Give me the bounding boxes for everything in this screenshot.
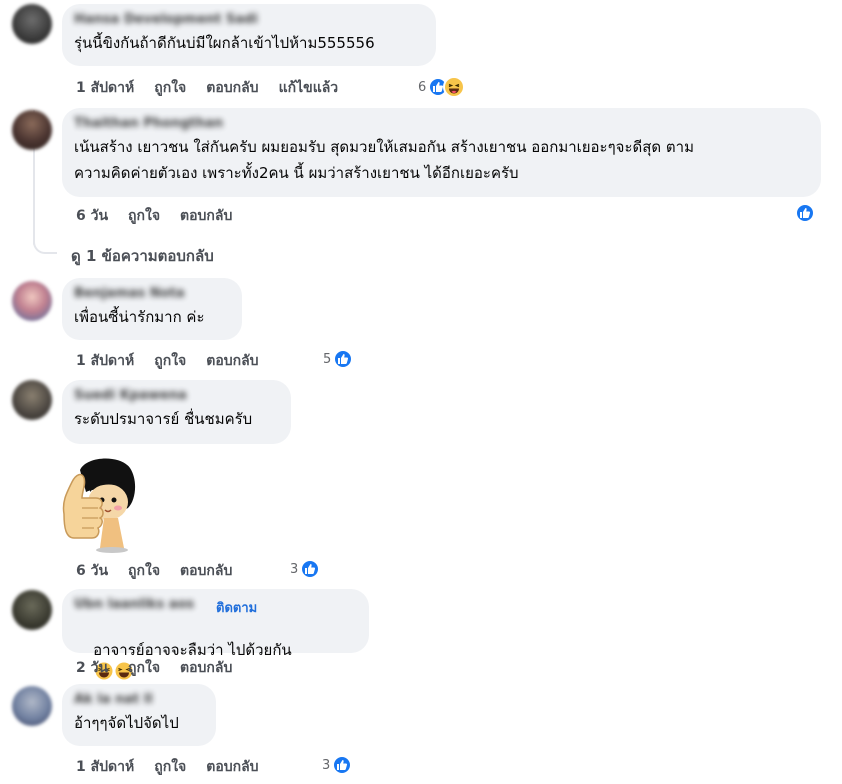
like-button[interactable]: ถูกใจ	[154, 77, 186, 99]
like-button[interactable]: ถูกใจ	[128, 657, 160, 679]
thumbs-up-girl-sticker[interactable]	[58, 452, 138, 554]
like-button[interactable]: ถูกใจ	[128, 205, 160, 227]
comment-time-link[interactable]: 1 สัปดาห์	[76, 350, 134, 372]
reaction-count: 3	[322, 757, 331, 773]
like-button[interactable]: ถูกใจ	[154, 350, 186, 372]
avatar[interactable]	[12, 380, 52, 420]
reply-button[interactable]: ตอบกลับ	[206, 756, 258, 778]
avatar[interactable]	[12, 686, 52, 726]
comment-text: ระดับปรมาจารย์ ชื่นชมครับ	[74, 410, 253, 428]
comment-text: อ้าๆๆจัดไปจัดไป	[74, 714, 179, 732]
comment-bubble: Thaithan Phongthan เน้นสร้าง เยาวชน ใส่ก…	[62, 108, 821, 197]
reaction-summary[interactable]: 3	[290, 559, 321, 579]
reply-button[interactable]: ตอบกลับ	[180, 657, 232, 679]
haha-icon	[443, 76, 466, 98]
reaction-count: 6	[418, 79, 427, 95]
reaction-summary[interactable]: 3	[322, 755, 353, 775]
comment-bubble: Ak la nat ll อ้าๆๆจัดไปจัดไป	[62, 684, 216, 746]
comment-bubble: Ubn laanliks aos อาจารย์อาจจะลืมว่า ไปด้…	[62, 589, 369, 680]
avatar[interactable]	[12, 281, 52, 321]
comment-author[interactable]: Suedi Kpawena	[74, 388, 279, 404]
like-button[interactable]: ถูกใจ	[154, 756, 186, 778]
reaction-count: 3	[290, 561, 299, 577]
reply-thread-curve	[33, 232, 57, 254]
edited-label[interactable]: แก้ไขแล้ว	[279, 77, 339, 99]
avatar[interactable]	[12, 590, 52, 630]
comment-text: รุ่นนี้ขิงกันถ้าดีกันบ่มีใผกล้าเข้าไปห้า…	[74, 34, 375, 52]
reply-button[interactable]: ตอบกลับ	[180, 560, 232, 582]
like-button[interactable]: ถูกใจ	[128, 560, 160, 582]
follow-link[interactable]: ติดตาม	[216, 601, 257, 617]
comment-actions: 1 สัปดาห์ ถูกใจ ตอบกลับ	[76, 351, 279, 371]
comment-time-link[interactable]: 2 วัน	[76, 657, 108, 679]
avatar[interactable]	[12, 4, 52, 44]
view-replies-link[interactable]: ดู 1 ข้อความตอบกลับ	[71, 244, 214, 268]
comment-bubble: Suedi Kpawena ระดับปรมาจารย์ ชื่นชมครับ	[62, 380, 291, 444]
comment-time-link[interactable]: 6 วัน	[76, 205, 108, 227]
comment-time-link[interactable]: 1 สัปดาห์	[76, 756, 134, 778]
like-icon	[333, 349, 354, 369]
comment-text: เพื่อนซี้น่ารักมาก ค่ะ	[74, 308, 205, 326]
comment-author[interactable]: Ak la nat ll	[74, 692, 204, 708]
comment-text: เน้นสร้าง เยาวชน ใส่กันครับ ผมยอมรับ สุด…	[74, 138, 694, 182]
reaction-summary[interactable]	[795, 203, 815, 223]
comment-bubble: Benjamas Nota เพื่อนซี้น่ารักมาก ค่ะ	[62, 278, 242, 340]
comment-actions: 6 วัน ถูกใจ ตอบกลับ	[76, 561, 252, 581]
comment-time-link[interactable]: 1 สัปดาห์	[76, 77, 134, 99]
comment-time-link[interactable]: 6 วัน	[76, 560, 108, 582]
avatar[interactable]	[12, 110, 52, 150]
like-icon	[300, 559, 321, 579]
comment-actions: 1 สัปดาห์ ถูกใจ ตอบกลับ แก้ไขแล้ว	[76, 78, 358, 98]
comment-bubble: Hansa Development Sadi รุ่นนี้ขิงกันถ้าด…	[62, 4, 436, 66]
comment-author[interactable]: Ubn laanliks aos	[74, 597, 214, 613]
reply-button[interactable]: ตอบกลับ	[180, 205, 232, 227]
reply-button[interactable]: ตอบกลับ	[206, 350, 258, 372]
like-icon	[332, 755, 353, 775]
comment-actions: 1 สัปดาห์ ถูกใจ ตอบกลับ	[76, 757, 279, 777]
comment-actions: 2 วัน ถูกใจ ตอบกลับ	[76, 658, 252, 678]
reply-button[interactable]: ตอบกลับ	[206, 77, 258, 99]
comment-author[interactable]: Benjamas Nota	[74, 286, 230, 302]
comment-author[interactable]: Thaithan Phongthan	[74, 116, 809, 132]
comment-actions: 6 วัน ถูกใจ ตอบกลับ	[76, 206, 252, 226]
reaction-count: 5	[323, 351, 332, 367]
reaction-summary[interactable]: 6	[418, 76, 466, 98]
like-icon	[795, 203, 815, 223]
comment-author[interactable]: Hansa Development Sadi	[74, 12, 424, 28]
reaction-summary[interactable]: 5	[323, 349, 354, 369]
